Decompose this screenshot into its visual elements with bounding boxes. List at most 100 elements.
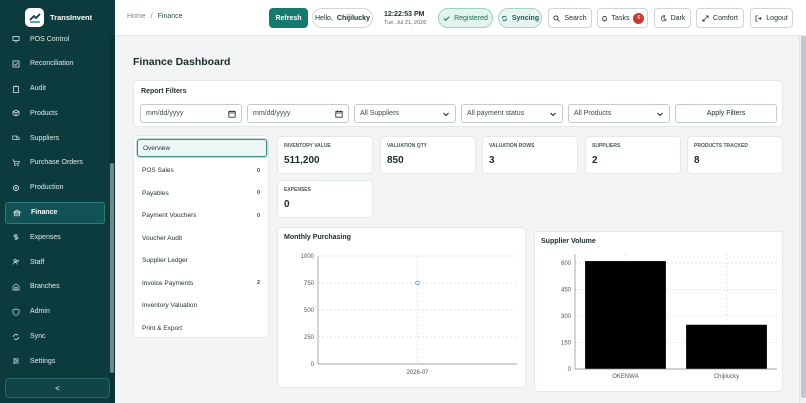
breadcrumb: Home / Finance — [127, 13, 183, 20]
sidebar-item-admin[interactable]: Admin — [5, 301, 105, 323]
checklist-icon — [12, 60, 20, 68]
sidebar-item-settings[interactable]: Settings — [5, 350, 105, 372]
clock: 12:22:53 PM Tue, Jul 21, 2026 — [384, 11, 426, 27]
product-select-value: All Products — [574, 110, 612, 117]
sidebar-item-label: Reconciliation — [30, 60, 74, 68]
breadcrumb-home[interactable]: Home — [127, 13, 146, 20]
tab-count: 0 — [256, 212, 260, 219]
syncing-status-button[interactable]: Syncing — [498, 8, 542, 28]
payment-status-select[interactable]: All payment status — [461, 104, 563, 123]
kpi-card-valuation-qty: Valuation Qty 850 — [380, 136, 476, 174]
sidebar-item-label: Audit — [30, 85, 46, 93]
y-tick-label: 500 — [304, 308, 315, 314]
kpi-card-inventory-value: Inventory Value 511,200 — [277, 136, 373, 174]
page-scrollbar-thumb[interactable] — [801, 36, 806, 398]
kpi-card-products-tracked: Products Tracked 8 — [687, 136, 783, 174]
collapse-sidebar-button[interactable]: < — [5, 378, 110, 398]
chevron-down-icon — [657, 112, 663, 116]
registered-label: Registered — [454, 14, 488, 22]
calendar-icon — [228, 110, 236, 118]
calendar-icon — [335, 110, 343, 118]
tab-invoice-payments[interactable]: Invoice Payments 2 — [137, 274, 267, 292]
tab-overview[interactable]: Overview — [137, 139, 267, 157]
sidebar-item-suppliers[interactable]: Suppliers — [5, 127, 105, 149]
tab-voucher-audit[interactable]: Voucher Audit — [137, 229, 267, 247]
kpi-card-suppliers: Suppliers 2 — [585, 136, 681, 174]
sidebar-item-audit[interactable]: Audit — [5, 78, 105, 100]
shield-icon — [12, 308, 20, 316]
clock-time: 12:22:53 PM — [384, 11, 425, 18]
tab-count: 2 — [256, 280, 260, 286]
filters-title: Report Filters — [141, 88, 187, 95]
sidebar-item-branches[interactable]: Branches — [5, 276, 105, 298]
apply-filters-button[interactable]: Apply Filters — [675, 104, 777, 123]
clipboard-icon — [12, 85, 20, 93]
y-tick-label: 750 — [304, 281, 315, 287]
tab-label: Voucher Audit — [142, 234, 183, 242]
sidebar-item-reconciliation[interactable]: Reconciliation — [5, 53, 105, 75]
refresh-button[interactable]: Refresh — [269, 8, 308, 28]
chevron-down-icon — [550, 112, 556, 116]
cart-icon — [12, 159, 20, 167]
y-tick-label: 250 — [304, 335, 315, 341]
product-select[interactable]: All Products — [568, 104, 670, 123]
registered-status-button[interactable]: Registered — [438, 8, 493, 28]
date-from-input[interactable]: mm/dd/yyyy — [140, 104, 242, 123]
sidebar-item-expenses[interactable]: Expenses — [5, 226, 105, 248]
user-greeting: Hello, Chijilucky — [312, 8, 373, 28]
sidebar-nav: POS Control Reconciliation Audit Products Su… — [0, 28, 110, 375]
y-tick-label: 1000 — [301, 254, 315, 260]
kpi-value: 0 — [284, 199, 290, 210]
sidebar-item-finance[interactable]: Finance — [5, 201, 105, 224]
comfort-label: Comfort — [713, 14, 738, 22]
search-icon — [553, 14, 561, 22]
sidebar-item-production[interactable]: Production — [5, 177, 105, 199]
tab-pos-sales[interactable]: POS Sales 0 — [137, 162, 267, 180]
sidebar-scrollbar-thumb[interactable] — [110, 163, 114, 373]
date-to-input[interactable]: mm/dd/yyyy — [247, 104, 349, 123]
tab-label: Supplier Ledger — [142, 257, 188, 264]
breadcrumb-current: Finance — [157, 13, 183, 20]
sidebar-item-purchase-orders[interactable]: Purchase Orders — [5, 152, 105, 174]
x-tick-label: Chijilucky — [714, 374, 739, 380]
comfort-density-button[interactable]: Comfort — [696, 8, 744, 28]
y-tick-label: 0 — [568, 367, 572, 373]
breadcrumb-separator: / — [150, 13, 153, 20]
y-tick-label: 600 — [561, 261, 572, 267]
branch-icon — [12, 283, 20, 291]
tasks-button[interactable]: Tasks 6 — [597, 8, 648, 28]
tab-count: 0 — [256, 167, 260, 174]
bell-icon — [601, 15, 607, 22]
x-tick-label: 2026-07 — [406, 370, 429, 376]
sidebar-item-sync[interactable]: Sync — [5, 326, 105, 348]
bar-okenwa — [585, 261, 666, 369]
sidebar-item-pos-control[interactable]: POS Control — [5, 28, 105, 50]
tab-supplier-ledger[interactable]: Supplier Ledger — [137, 252, 267, 270]
expand-icon — [702, 14, 709, 22]
dark-label: Dark — [670, 14, 686, 22]
sidebar-item-staff[interactable]: Staff — [5, 251, 105, 273]
sync-icon — [501, 15, 507, 21]
page-scrollbar[interactable] — [799, 36, 806, 403]
truck-icon — [12, 134, 20, 142]
y-tick-label: 450 — [561, 287, 572, 293]
moon-icon — [660, 14, 667, 21]
app-logo-icon — [25, 8, 44, 27]
tab-payment-vouchers[interactable]: Payment Vouchers 0 — [137, 207, 267, 225]
logout-button[interactable]: Logout — [750, 8, 793, 28]
tab-inventory-valuation[interactable]: Inventory Valuation — [137, 297, 267, 315]
payment-status-value: All payment status — [467, 110, 525, 117]
sidebar-item-label: Finance — [31, 209, 58, 217]
tab-print-export[interactable]: Print & Export — [137, 319, 267, 337]
sidebar-item-products[interactable]: Products — [5, 102, 105, 124]
kpi-card-valuation-rows: Valuation Rows 3 — [482, 136, 578, 174]
tasks-count-badge: 6 — [633, 12, 645, 24]
dark-mode-button[interactable]: Dark — [654, 8, 691, 28]
supplier-select[interactable]: All Suppliers — [354, 104, 456, 123]
logout-icon — [755, 14, 762, 22]
tab-payables[interactable]: Payables 0 — [137, 184, 267, 202]
search-button[interactable]: Search — [548, 8, 592, 28]
data-point — [415, 280, 420, 286]
sidebar-item-label: Admin — [30, 308, 50, 316]
sliders-icon — [12, 357, 20, 365]
